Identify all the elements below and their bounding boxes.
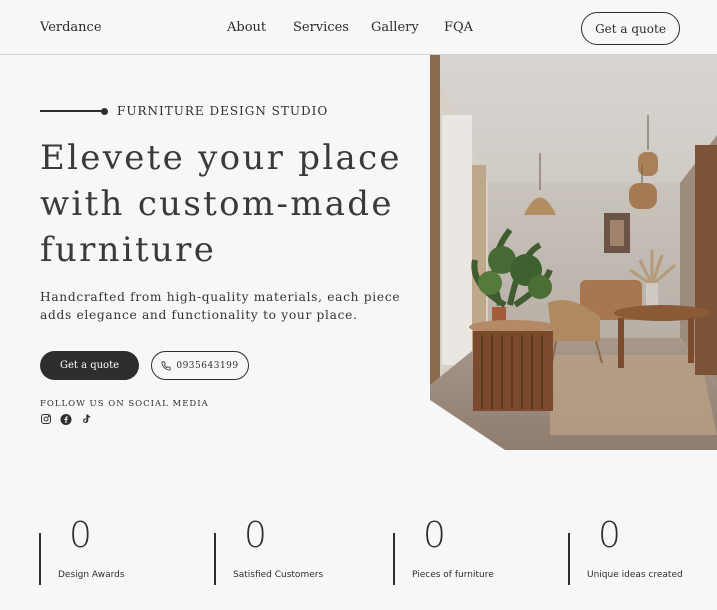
tiktok-icon[interactable] [80, 413, 92, 425]
hero-quote-button[interactable]: Get a quote [40, 351, 139, 380]
facebook-icon[interactable] [60, 413, 72, 425]
site-header: Verdance About Services Gallery FQA Get … [0, 0, 717, 55]
eyebrow-dot [101, 107, 108, 115]
phone-button[interactable]: 0935643199 [151, 351, 249, 380]
nav-link-about[interactable]: About [227, 20, 266, 35]
stat-label: Unique ideas created [587, 570, 683, 580]
nav-link-gallery[interactable]: Gallery [371, 20, 419, 35]
header-quote-button[interactable]: Get a quote [581, 12, 680, 45]
nav-link-fqa[interactable]: FQA [444, 20, 473, 35]
hero-interior-image [430, 55, 717, 450]
follow-label: FOLLOW US ON SOCIAL MEDIA [40, 399, 209, 409]
brand-logo[interactable]: Verdance [40, 20, 102, 35]
stat-divider [393, 533, 395, 585]
phone-number: 0935643199 [176, 360, 239, 371]
instagram-icon[interactable] [40, 413, 52, 425]
eyebrow-line [40, 110, 102, 112]
social-links [40, 413, 92, 425]
stat-label: Design Awards [58, 570, 125, 580]
stat-value: 0 [244, 515, 267, 556]
stat-divider [568, 533, 570, 585]
eyebrow-text: FURNITURE DESIGN STUDIO [117, 104, 329, 118]
nav-link-services[interactable]: Services [293, 20, 349, 35]
hero-title: Elevete your place with custom-made furn… [40, 138, 402, 270]
phone-icon [161, 360, 171, 371]
stat-divider [39, 533, 41, 585]
hero-description: Handcrafted from high-quality materials,… [40, 290, 401, 322]
eyebrow: FURNITURE DESIGN STUDIO [40, 104, 328, 118]
stat-label: Pieces of furniture [412, 570, 494, 580]
stat-value: 0 [598, 515, 621, 556]
stat-divider [214, 533, 216, 585]
stat-value: 0 [69, 515, 92, 556]
stat-value: 0 [423, 515, 446, 556]
stat-label: Satisfied Customers [233, 570, 324, 580]
